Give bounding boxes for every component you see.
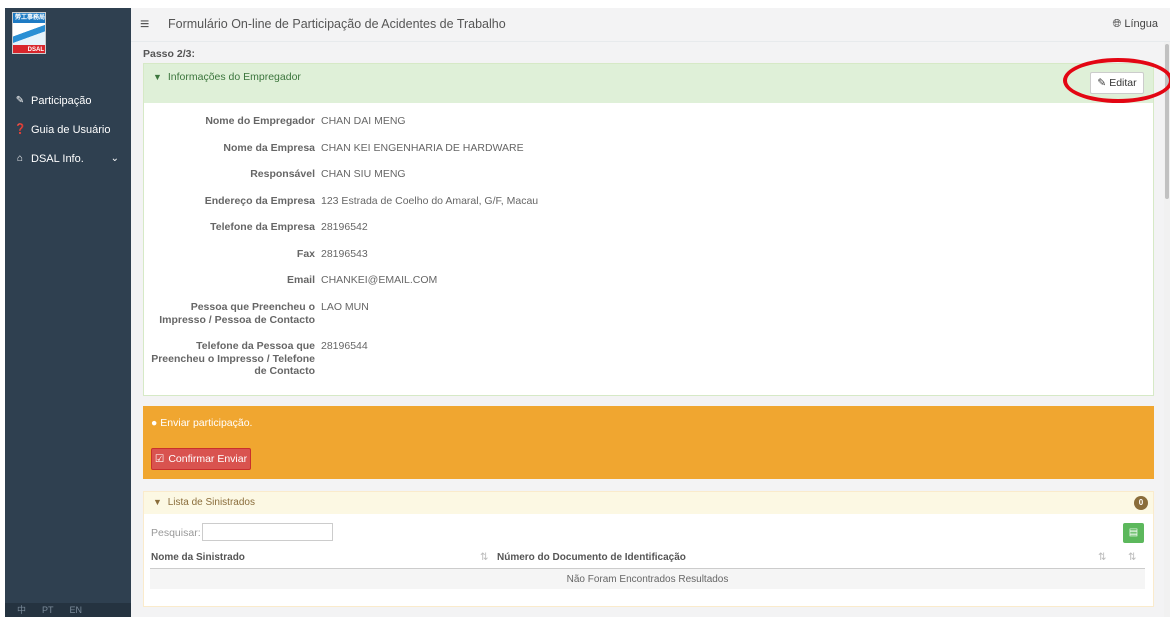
sidebar-nav: ✎ Participação ❓ Guia de Usuário ⌂ DSAL …	[5, 86, 131, 173]
excel-file-icon: ▤	[1128, 527, 1139, 538]
field-value: 28196542	[321, 221, 368, 233]
field-label: Telefone da Empresa	[210, 221, 315, 233]
confirm-submit-label: Confirmar Enviar	[168, 453, 248, 465]
page-title: Formulário On-line de Participação de Ac…	[168, 17, 506, 31]
field-label: Endereço da Empresa	[204, 195, 315, 207]
field-value: 123 Estrada de Coelho do Amaral, G/F, Ma…	[321, 195, 539, 207]
field-value: CHAN KEI ENGENHARIA DE HARDWARE	[321, 142, 524, 154]
sidebar-item-label: Participação	[31, 94, 92, 107]
home-icon: ⌂	[16, 153, 24, 164]
search-input[interactable]	[202, 523, 333, 541]
step-indicator: Passo 2/3:	[143, 48, 195, 60]
language-label: Língua	[1124, 18, 1158, 30]
table-empty-row: Não Foram Encontrados Resultados	[150, 569, 1145, 589]
export-excel-button[interactable]: ▤	[1123, 523, 1144, 543]
column-header-id-number[interactable]: Número do Documento de Identificação	[497, 552, 686, 563]
chevron-down-icon: ⌄	[110, 153, 119, 164]
top-caption-strip	[0, 0, 1170, 8]
language-zh[interactable]: 中	[17, 603, 26, 617]
question-circle-icon: ❓	[14, 124, 27, 135]
sidebar: 勞工事務局 DSAL ✎ Participação ❓ Guia de Usuá…	[5, 8, 131, 617]
submit-message-text: Enviar participação.	[160, 417, 253, 429]
submit-panel: ● Enviar participação. ☑ Confirmar Envia…	[143, 406, 1154, 479]
victims-panel-title: Lista de Sinistrados	[167, 497, 255, 508]
employer-panel-header[interactable]: ▼ Informações do Empregador ✎ Editar	[144, 64, 1153, 103]
sidebar-item-guia[interactable]: ❓ Guia de Usuário	[5, 115, 131, 144]
confirm-submit-button[interactable]: ☑ Confirmar Enviar	[151, 448, 251, 470]
language-switcher: 中 PT EN	[5, 603, 131, 617]
globe-icon: 🌐︎	[1112, 18, 1122, 30]
employer-panel-title: Informações do Empregador	[167, 71, 301, 83]
field-label: Fax	[296, 248, 315, 260]
logo-wave-graphic	[13, 25, 45, 45]
search-label: Pesquisar:	[151, 527, 201, 539]
edit-icon: ✎	[15, 95, 25, 106]
victims-count-badge: 0	[1134, 496, 1148, 510]
top-header: ≡ Formulário On-line de Participação de …	[131, 8, 1170, 42]
field-value: 28196544	[321, 340, 368, 352]
field-value: LAO MUN	[321, 301, 369, 313]
language-en[interactable]: EN	[70, 603, 83, 617]
check-square-icon: ☑	[154, 453, 165, 465]
employer-panel: ▼ Informações do Empregador ✎ Editar Nom…	[143, 63, 1154, 396]
sidebar-item-label: DSAL Info.	[31, 152, 84, 165]
sort-icon[interactable]: ⇅	[1128, 552, 1137, 563]
language-menu[interactable]: 🌐︎ Língua	[1112, 18, 1158, 31]
submit-message: ● Enviar participação.	[151, 417, 252, 429]
field-label: Nome da Empresa	[223, 142, 315, 154]
sort-icon[interactable]: ⇅	[1098, 552, 1107, 563]
victims-panel: ▼ Lista de Sinistrados 0 Pesquisar: ▤ No…	[143, 491, 1154, 607]
field-label: Nome do Empregador	[205, 115, 315, 127]
vertical-scrollbar-thumb[interactable]	[1165, 44, 1169, 199]
field-label: Telefone da Pessoa que Preencheu o Impre…	[151, 340, 315, 377]
language-pt[interactable]: PT	[42, 603, 54, 617]
dsal-logo[interactable]: 勞工事務局 DSAL	[5, 8, 131, 60]
column-header-name[interactable]: Nome da Sinistrado	[151, 552, 245, 563]
chevron-down-icon: ▼	[153, 497, 162, 507]
victims-panel-header[interactable]: ▼ Lista de Sinistrados 0	[144, 492, 1153, 514]
highlight-annotation-ring	[1063, 58, 1170, 103]
hamburger-menu-icon[interactable]: ≡	[140, 16, 149, 34]
logo-top-text: 勞工事務局	[13, 13, 45, 23]
exclamation-circle-icon: ●	[151, 417, 158, 429]
field-label: Pessoa que Preencheu o Impresso / Pessoa…	[159, 301, 315, 326]
chevron-down-icon: ▼	[153, 72, 162, 82]
field-value: CHAN DAI MENG	[321, 115, 406, 127]
main-content: Passo 2/3: ▼ Informações do Empregador ✎…	[131, 42, 1164, 617]
sort-asc-icon[interactable]: ⇅	[480, 552, 489, 563]
logo-bottom-text: DSAL	[13, 45, 45, 53]
sidebar-item-participacao[interactable]: ✎ Participação	[5, 86, 131, 115]
logo-image: 勞工事務局 DSAL	[12, 12, 46, 54]
field-value: CHAN SIU MENG	[321, 168, 406, 180]
field-value: CHANKEI@EMAIL.COM	[321, 274, 438, 286]
field-label: Email	[286, 274, 315, 286]
field-label: Responsável	[250, 168, 315, 180]
field-value: 28196543	[321, 248, 368, 260]
sidebar-item-label: Guia de Usuário	[31, 123, 111, 136]
sidebar-item-dsal-info[interactable]: ⌂ DSAL Info. ⌄	[5, 144, 131, 173]
